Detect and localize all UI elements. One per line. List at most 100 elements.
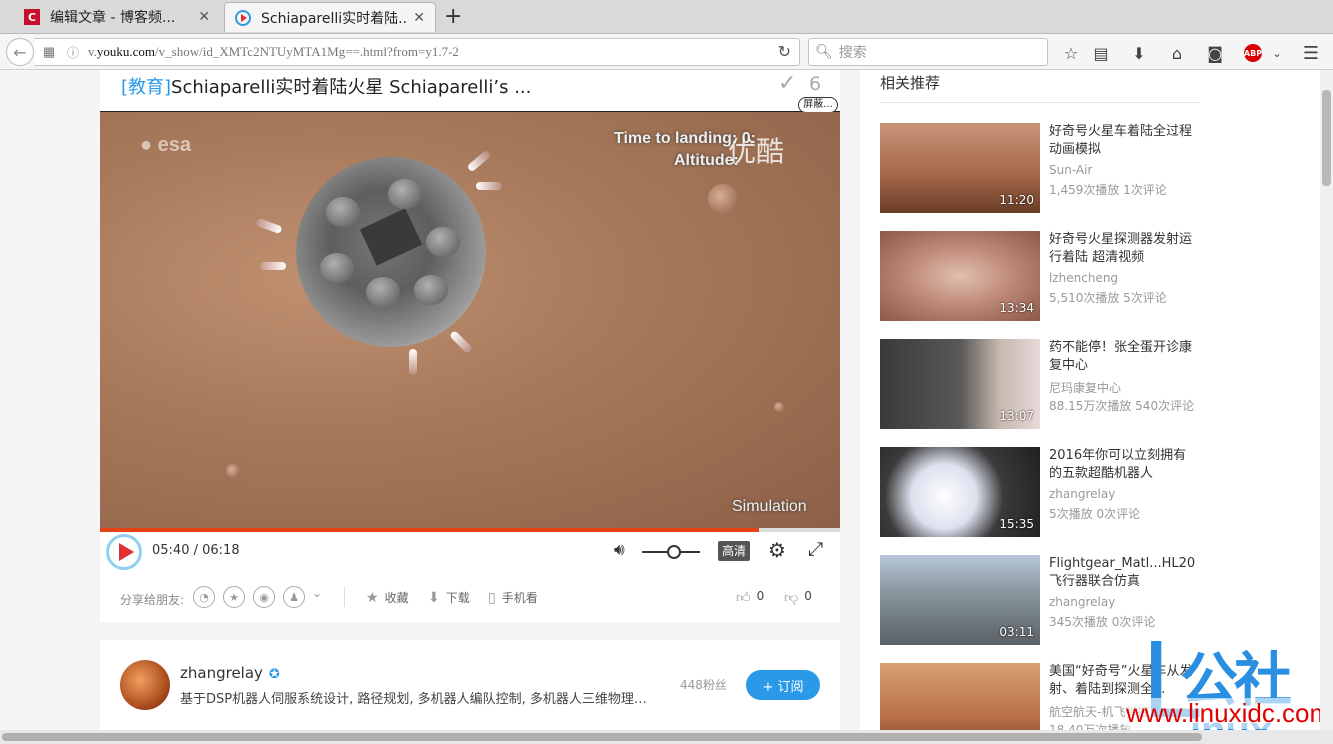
- subscribe-button[interactable]: + 订阅: [746, 670, 820, 700]
- pocket-icon[interactable]: ◙: [1204, 42, 1226, 64]
- title-text: Schiaparelli实时着陆火星 Schiaparelli’s ...: [171, 77, 532, 98]
- verified-badge-icon: ✪: [268, 667, 280, 682]
- download-label: 下载: [445, 591, 470, 605]
- video-author[interactable]: 尼玛康复中心: [1049, 379, 1121, 396]
- tab-label: Schiaparelli实时着陆...: [261, 10, 408, 27]
- reading-list-icon[interactable]: ▤: [1090, 42, 1112, 64]
- csdn-favicon-icon: C: [24, 9, 40, 25]
- home-icon[interactable]: ⌂: [1166, 42, 1188, 64]
- qq-icon[interactable]: ♟: [283, 586, 305, 608]
- related-video-item[interactable]: 15:35 2016年你可以立刻拥有的五款超酷机器人 zhangrelay 5次播放 …: [880, 447, 1200, 537]
- wechat-icon[interactable]: ◔: [193, 586, 215, 608]
- video-duration: 11:20: [999, 193, 1034, 207]
- thruster-plume: [260, 262, 286, 270]
- scrollbar-thumb[interactable]: [1322, 90, 1331, 186]
- chevron-down-icon[interactable]: ⌄: [1266, 42, 1288, 64]
- page-content: [教育]Schiaparelli实时着陆火星 Schiaparelli’s ..…: [0, 70, 1333, 730]
- close-tab-icon[interactable]: ✕: [198, 9, 210, 25]
- tab-youku-video[interactable]: Schiaparelli实时着陆... ✕: [224, 2, 436, 32]
- video-author[interactable]: zhangrelay: [1049, 595, 1115, 609]
- video-duration: 13:34: [999, 301, 1034, 315]
- share-bar: 分享给朋友: ◔ ★ ◉ ♟ ⌄ ★ 收藏 ⬇ 下载 ▯ 手机看 👍︎ 0 👎︎ 0: [100, 572, 840, 622]
- thruster-plume: [409, 349, 417, 375]
- thruster-plume: [448, 329, 474, 355]
- mobile-label: 手机看: [501, 591, 538, 605]
- video-thumbnail[interactable]: 11:20: [880, 123, 1040, 213]
- video-author[interactable]: zhangrelay: [1049, 487, 1115, 501]
- thruster-plume: [466, 149, 492, 173]
- lander-core: [359, 208, 423, 266]
- time-display: 05:40 / 06:18: [152, 543, 240, 558]
- video-frame[interactable]: ● esa Time to landing: 0: Altitude: 优酷 S…: [100, 112, 840, 528]
- fullscreen-icon[interactable]: ⤢: [808, 538, 823, 560]
- video-thumbnail[interactable]: 13:07: [880, 339, 1040, 429]
- mobile-watch-button[interactable]: ▯ 手机看: [488, 589, 538, 606]
- settings-gear-icon[interactable]: ⚙: [768, 538, 786, 562]
- lander-pod: [388, 179, 422, 209]
- favorite-button[interactable]: ★ 收藏: [366, 589, 409, 606]
- scrollbar-thumb[interactable]: [2, 733, 1202, 741]
- back-button[interactable]: ←: [6, 38, 34, 66]
- download-button[interactable]: ⬇ 下载: [428, 589, 470, 606]
- lander-image: [296, 157, 486, 347]
- video-stats: 345次播放 0次评论: [1049, 615, 1156, 629]
- reload-icon[interactable]: ↻: [778, 42, 791, 61]
- player-controls: 05:40 / 06:18 🔊︎ 高清 ⚙ ⤢: [100, 532, 840, 572]
- crater: [774, 402, 784, 412]
- video-title-link[interactable]: 2016年你可以立刻拥有的五款超酷机器人: [1049, 447, 1199, 483]
- video-title-link[interactable]: 好奇号火星车着陆全过程动画模拟: [1049, 123, 1199, 159]
- simulation-label: Simulation: [732, 498, 807, 515]
- library-icon[interactable]: ▦: [34, 44, 64, 60]
- search-icon: 🔍︎: [815, 44, 833, 60]
- video-title-link[interactable]: Flightgear_Matl...HL20飞行器联合仿真: [1049, 555, 1199, 591]
- play-icon: [118, 543, 134, 561]
- volume-icon[interactable]: 🔊︎: [614, 540, 625, 560]
- search-input[interactable]: 🔍︎ 搜索: [808, 38, 1048, 66]
- weibo-icon[interactable]: ◉: [253, 586, 275, 608]
- url-bar[interactable]: ▦ ⓘ v. youku.com/v_show/id_XMTc2NTUyMTA1M…: [34, 38, 800, 66]
- new-tab-button[interactable]: +: [444, 4, 462, 29]
- uploader-name[interactable]: zhangrelay ✪: [180, 664, 280, 682]
- video-author[interactable]: Sun-Air: [1049, 163, 1092, 177]
- arrow-left-icon: ←: [13, 42, 27, 62]
- tab-blog-editor[interactable]: C 编辑文章 - 博客频... ✕: [14, 2, 220, 32]
- thruster-plume: [476, 182, 502, 190]
- qzone-star-icon[interactable]: ★: [223, 586, 245, 608]
- category-link[interactable]: [教育]: [121, 77, 171, 98]
- uploader-card: zhangrelay ✪ 基于DSP机器人伺服系统设计, 路径规划, 多机器人编队…: [100, 640, 840, 730]
- horizontal-scrollbar[interactable]: [0, 730, 1333, 744]
- bookmark-star-icon[interactable]: ☆: [1060, 42, 1082, 64]
- thumbs-up-icon: 👍︎: [736, 590, 751, 606]
- adblock-icon[interactable]: ABP: [1244, 44, 1262, 62]
- play-button[interactable]: [106, 534, 142, 570]
- video-thumbnail[interactable]: 03:11: [880, 555, 1040, 645]
- video-duration: 15:35: [999, 517, 1034, 531]
- volume-slider[interactable]: [642, 545, 700, 559]
- video-title-link[interactable]: 好奇号火星探测器发射运行着陆 超清视频: [1049, 231, 1199, 267]
- divider: [880, 102, 1200, 103]
- video-thumbnail[interactable]: 15:35: [880, 447, 1040, 537]
- crater: [708, 184, 738, 214]
- related-video-item[interactable]: 13:07 药不能停！张全蛋开诊康复中心 尼玛康复中心 88.15万次播放 540次评…: [880, 339, 1200, 429]
- related-video-item[interactable]: 11:20 好奇号火星车着陆全过程动画模拟 Sun-Air 1,459次播放 1次评论: [880, 123, 1200, 213]
- video-author[interactable]: lzhencheng: [1049, 271, 1118, 285]
- block-button[interactable]: 屏蔽...: [798, 97, 838, 113]
- like-button[interactable]: 👍︎ 0: [736, 589, 764, 606]
- video-thumbnail[interactable]: 13:34: [880, 231, 1040, 321]
- chevron-down-icon[interactable]: ⌄: [312, 586, 322, 600]
- download-icon[interactable]: ⬇: [1128, 42, 1150, 64]
- info-icon[interactable]: ⓘ: [64, 44, 82, 61]
- search-placeholder: 搜索: [838, 45, 867, 61]
- video-title-link[interactable]: 药不能停！张全蛋开诊康复中心: [1049, 339, 1199, 375]
- related-video-item[interactable]: 13:34 好奇号火星探测器发射运行着陆 超清视频 lzhencheng 5,510次…: [880, 231, 1200, 321]
- avatar[interactable]: [120, 660, 170, 710]
- dislike-button[interactable]: 👎︎ 0: [784, 589, 812, 606]
- time-separator: /: [189, 543, 203, 558]
- quality-button[interactable]: 高清: [718, 541, 750, 561]
- vertical-scrollbar[interactable]: [1320, 70, 1333, 730]
- video-thumbnail[interactable]: [880, 663, 1040, 730]
- close-tab-icon[interactable]: ✕: [413, 10, 425, 26]
- volume-knob[interactable]: [667, 545, 681, 559]
- menu-icon[interactable]: ☰: [1300, 42, 1322, 64]
- lander-pod: [414, 275, 448, 305]
